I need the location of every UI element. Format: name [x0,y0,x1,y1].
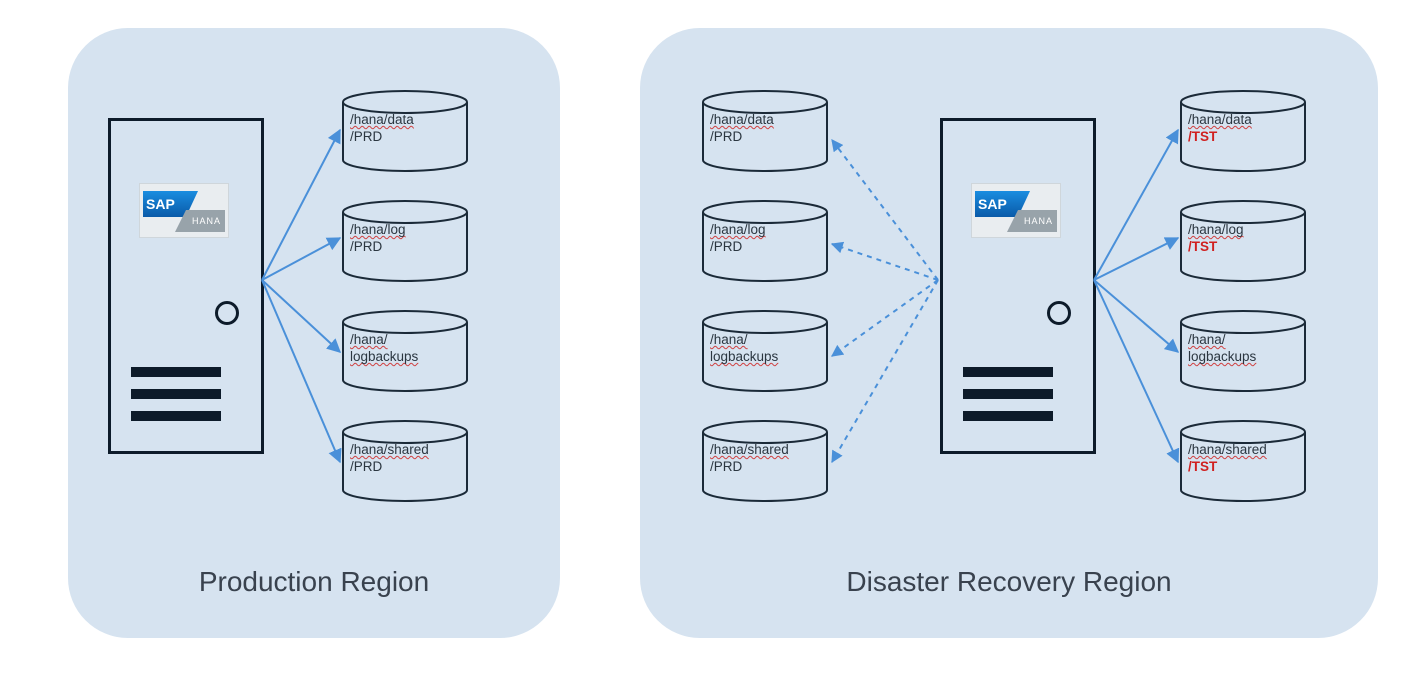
cyl-label: /hana/ logbackups [350,332,460,366]
cyl-label: /hana/data /TST [1188,112,1298,146]
dr-cyl-hana-data-tst: /hana/data /TST [1178,90,1308,176]
cyl-label: /hana/shared /PRD [350,442,460,476]
dr-cyl-shared-tst: /hana/shared /TST [1178,420,1308,506]
dr-cyl-logbackups-tst: /hana/ logbackups [1178,310,1308,396]
dr-cyl-hana-log-tst: /hana/log /TST [1178,200,1308,286]
cyl-label: /hana/log /TST [1188,222,1298,256]
dr-cyl-hana-log-prd: /hana/log /PRD [700,200,830,286]
server-handle-icon [215,301,239,325]
cyl-label: /hana/shared /PRD [710,442,820,476]
cyl-label: /hana/log /PRD [710,222,820,256]
cyl-label: /hana/data /PRD [710,112,820,146]
prod-cyl-shared: /hana/shared /PRD [340,420,470,506]
cyl-label: /hana/ logbackups [1188,332,1298,366]
dr-server: SAP HANA [940,118,1096,454]
cyl-label: /hana/ logbackups [710,332,820,366]
sap-hana-logo-icon: SAP HANA [971,183,1061,238]
prod-server: SAP HANA [108,118,264,454]
cyl-label: /hana/log /PRD [350,222,460,256]
dr-cyl-hana-data-prd: /hana/data /PRD [700,90,830,176]
dr-cyl-shared-prd: /hana/shared /PRD [700,420,830,506]
server-slots-icon [131,355,221,421]
dr-cyl-logbackups-prd: /hana/ logbackups [700,310,830,396]
cyl-label: /hana/data /PRD [350,112,460,146]
production-region-title: Production Region [68,566,560,598]
sap-hana-logo-icon: SAP HANA [139,183,229,238]
prod-cyl-hana-data: /hana/data /PRD [340,90,470,176]
server-slots-icon [963,355,1053,421]
prod-cyl-hana-log: /hana/log /PRD [340,200,470,286]
dr-region-title: Disaster Recovery Region [640,566,1378,598]
diagram-stage: Production Region SAP HANA [0,0,1412,677]
cyl-label: /hana/shared /TST [1188,442,1298,476]
server-handle-icon [1047,301,1071,325]
prod-cyl-logbackups: /hana/ logbackups [340,310,470,396]
